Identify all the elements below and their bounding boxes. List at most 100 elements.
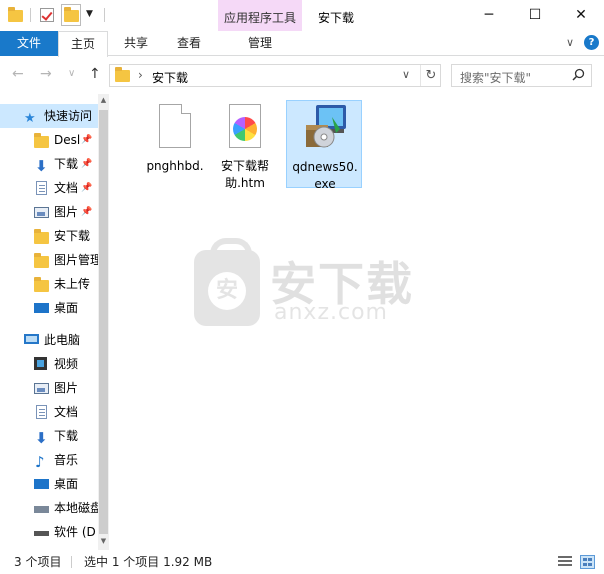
nav-item-desktop-folder[interactable]: Desl 📌 [0,128,98,152]
ribbon-expand-icon[interactable]: ∨ [566,36,574,49]
nav-label: 桌面 [54,477,79,491]
download-icon: ⬇ [35,429,48,447]
details-view-icon[interactable] [558,556,572,568]
nav-item-downloads[interactable]: ⬇ 下载 📌 [0,152,98,176]
close-button[interactable]: ✕ [558,0,604,31]
tab-home[interactable]: 主页 [58,31,108,57]
nav-label: 视频 [54,357,79,371]
up-button[interactable]: ↑ [89,66,101,82]
nav-item-software-drive[interactable]: 软件 (D [0,520,98,544]
nav-item-picture-manager[interactable]: 图片管理 [0,248,98,272]
nav-item-not-uploaded[interactable]: 未上传 [0,272,98,296]
scroll-thumb[interactable] [99,110,108,534]
tab-manage[interactable]: 管理 [218,31,302,56]
ribbon-tab-bar: 文件 主页 共享 查看 管理 ∨ [0,31,604,57]
folder-icon [34,253,49,268]
nav-label: 图片 [54,205,79,219]
watermark: 安 安下载 anxz.com [192,238,422,332]
minimize-button[interactable]: ─ [466,0,512,31]
music-icon: ♪ [35,453,45,471]
nav-item-documents[interactable]: 文档 📌 [0,176,98,200]
star-icon: ★ [24,111,36,126]
help-icon[interactable]: ? [584,35,599,50]
nav-label: 此电脑 [44,333,81,347]
nav-item-pc-desktop[interactable]: 桌面 [0,472,98,496]
video-icon [34,357,47,370]
scroll-down-icon[interactable]: ▼ [98,537,109,545]
new-folder-quick-button[interactable] [61,4,81,26]
scroll-up-icon[interactable]: ▲ [98,96,109,104]
pictures-icon [34,383,49,394]
nav-item-pc-pictures[interactable]: 图片 [0,376,98,400]
file-name: 安下载帮 助.htm [207,158,283,192]
nav-scrollbar[interactable]: ▲ ▼ [98,94,109,550]
tab-file[interactable]: 文件 [0,31,58,56]
tab-view[interactable]: 查看 [164,31,214,56]
pin-icon: 📌 [81,183,93,193]
file-item-help-htm[interactable]: 安下载帮 助.htm [207,100,283,190]
nav-item-pc-downloads[interactable]: ⬇ 下载 [0,424,98,448]
nav-item-pictures[interactable]: 图片 📌 [0,200,98,224]
file-name-line: exe [314,177,336,191]
title-bar: ▼ 应用程序工具 安下载 ─ ☐ ✕ [0,0,604,56]
nav-item-desktop[interactable]: 桌面 [0,296,98,320]
watermark-badge: 安 [208,272,246,310]
tab-share[interactable]: 共享 [112,31,160,56]
nav-item-videos[interactable]: 视频 [0,352,98,376]
breadcrumb-separator-icon[interactable]: › [138,68,143,82]
quick-access-toolbar-dropdown[interactable]: ▼ [86,9,93,19]
properties-check-icon[interactable] [40,7,56,23]
nav-label: 下载 [54,429,79,443]
large-icons-view-icon[interactable] [580,555,595,569]
file-item-qdnews50-exe[interactable]: qdnews50. exe [286,100,362,191]
file-item-pnghhbd[interactable]: pnghhbd. [137,100,213,188]
pictures-icon [34,207,49,218]
download-icon: ⬇ [35,157,48,175]
recent-locations-dropdown[interactable]: ∨ [68,68,75,79]
status-bar: 3 个项目 选中 1 个项目 1.92 MB [0,550,604,574]
breadcrumb-current[interactable]: 安下载 [152,69,188,86]
pin-icon: 📌 [81,159,93,169]
search-input[interactable]: 搜索"安下载" [460,69,531,86]
nav-item-local-disk[interactable]: 本地磁盘 [0,496,98,520]
file-name: pnghhbd. [146,159,204,173]
desktop-icon [34,303,49,313]
nav-quick-access[interactable]: ★ 快速访问 [0,104,98,128]
selection-info: 选中 1 个项目 1.92 MB [84,555,213,569]
nav-item-music[interactable]: ♪ 音乐 [0,448,98,472]
computer-icon [24,334,39,344]
pin-icon: 📌 [81,207,93,217]
nav-item-pc-documents[interactable]: 文档 [0,400,98,424]
search-icon[interactable] [572,68,585,81]
maximize-button[interactable]: ☐ [512,0,558,31]
nav-label: 图片管理 [54,253,98,267]
search-box[interactable]: 搜索"安下载" [451,64,592,87]
divider [104,8,105,22]
pin-icon: 📌 [81,135,93,145]
blank-file-icon [159,104,191,148]
html-file-icon [229,104,261,148]
nav-label: 快速访问 [44,109,93,123]
window-title: 安下载 [318,11,355,25]
nav-label: Desl [54,133,81,147]
context-tab-group-label: 应用程序工具 [223,11,296,25]
item-count: 3 个项目 [14,555,62,569]
nav-label: 软件 (D [54,525,96,539]
folder-icon [34,229,49,244]
address-bar[interactable]: › 安下载 ∨ ↻ [109,64,441,87]
forward-button[interactable]: → [40,66,52,82]
divider [30,8,31,22]
nav-item-anxiazai[interactable]: 安下载 [0,224,98,248]
nav-this-pc[interactable]: 此电脑 [0,328,98,352]
nav-label: 文档 [54,405,79,419]
refresh-button[interactable]: ↻ [420,65,441,86]
folder-icon [34,277,49,292]
watermark-subtitle: anxz.com [274,300,388,325]
file-name: qdnews50. exe [287,159,363,193]
back-button[interactable]: ← [12,66,24,82]
address-dropdown-icon[interactable]: ∨ [402,68,410,81]
desktop-icon [34,479,49,489]
document-icon [36,181,47,195]
drive-icon [34,506,49,513]
nav-label: 音乐 [54,453,79,467]
